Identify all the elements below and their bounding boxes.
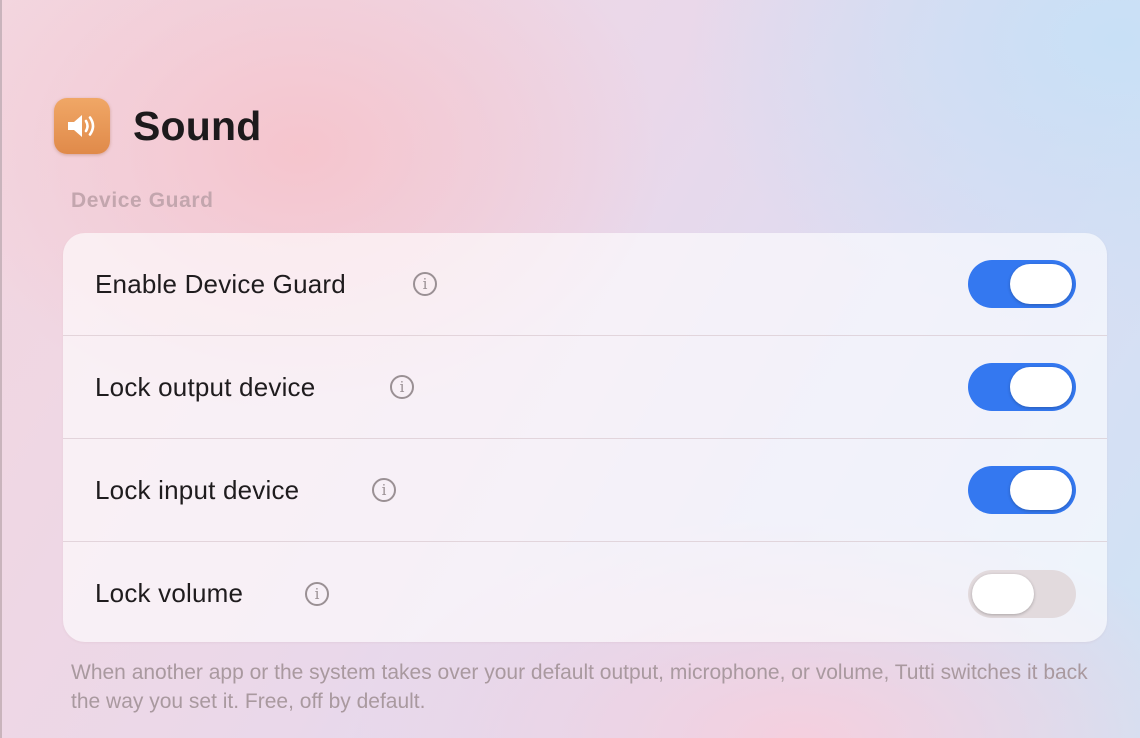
- settings-card: Enable Device Guard i Lock output device…: [63, 233, 1107, 642]
- setting-row-enable-device-guard: Enable Device Guard i: [63, 233, 1107, 336]
- info-icon[interactable]: i: [413, 272, 437, 296]
- speaker-icon: [54, 98, 110, 154]
- info-icon[interactable]: i: [372, 478, 396, 502]
- setting-row-lock-volume: Lock volume i: [63, 542, 1107, 642]
- lock-output-device-toggle[interactable]: [968, 363, 1076, 411]
- page-header: Sound: [54, 98, 262, 154]
- info-icon[interactable]: i: [390, 375, 414, 399]
- footer-note: When another app or the system takes ove…: [71, 661, 1088, 713]
- section-label: Device Guard: [71, 189, 214, 212]
- setting-label: Lock output device: [95, 371, 316, 402]
- toggle-knob: [972, 573, 1034, 614]
- setting-row-lock-input-device: Lock input device i: [63, 439, 1107, 542]
- setting-label: Enable Device Guard: [95, 268, 346, 299]
- page-title: Sound: [133, 102, 262, 149]
- window-edge: [0, 0, 2, 738]
- lock-input-device-toggle[interactable]: [968, 466, 1076, 514]
- toggle-knob: [1010, 367, 1072, 407]
- setting-label: Lock input device: [95, 474, 300, 505]
- enable-device-guard-toggle[interactable]: [968, 260, 1076, 308]
- lock-volume-toggle[interactable]: [968, 569, 1076, 618]
- setting-label: Lock volume: [95, 578, 244, 608]
- toggle-knob: [1010, 470, 1072, 510]
- info-icon[interactable]: i: [305, 581, 329, 606]
- setting-row-lock-output-device: Lock output device i: [63, 336, 1107, 439]
- toggle-knob: [1010, 264, 1072, 304]
